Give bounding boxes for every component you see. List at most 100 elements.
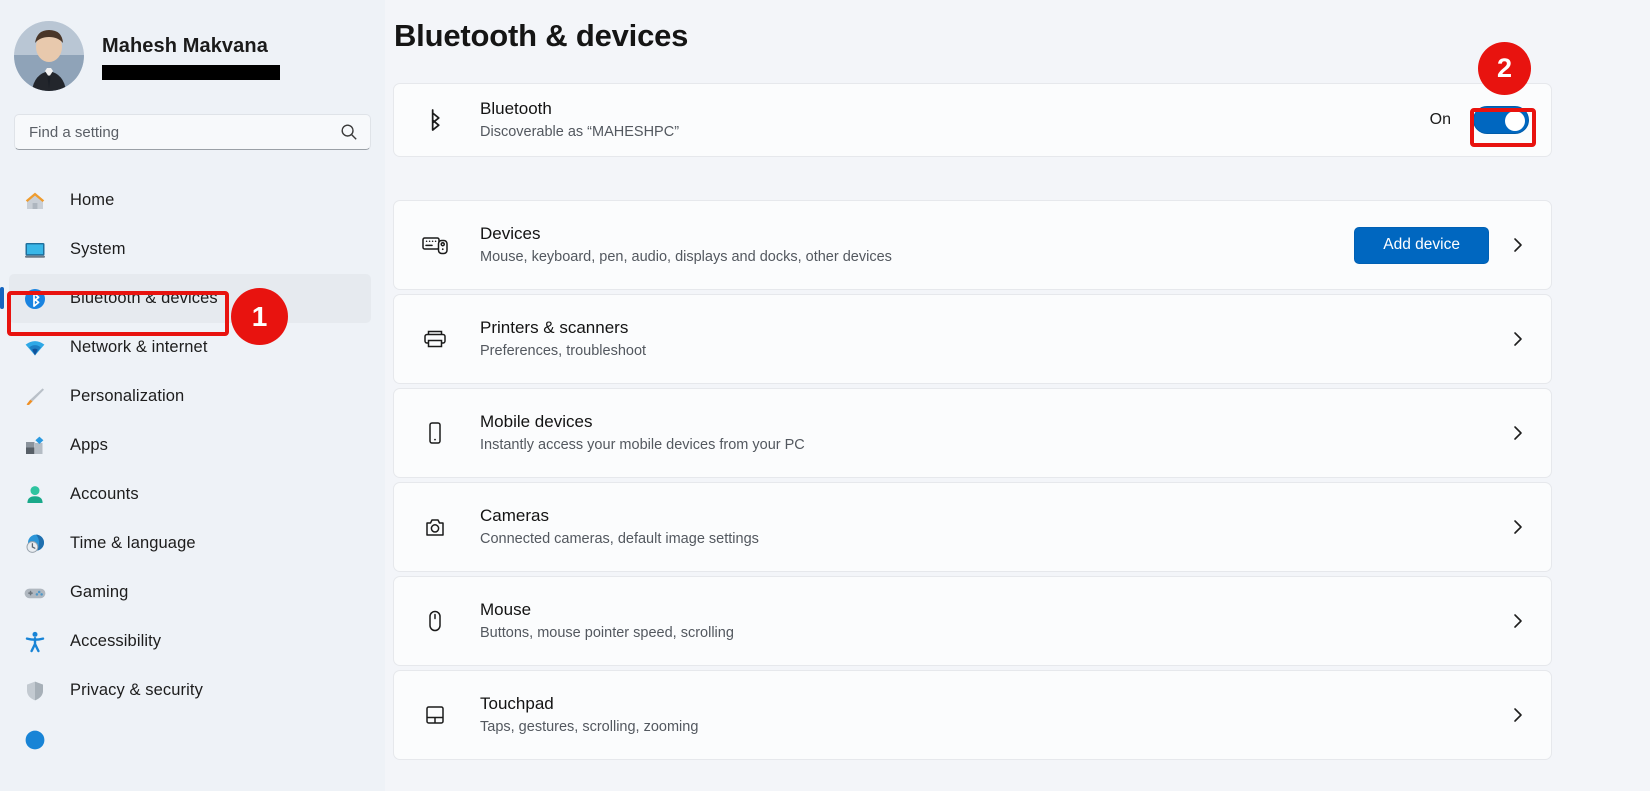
bluetooth-toggle-state-label: On xyxy=(1429,111,1451,128)
sidebar-item-label: Bluetooth & devices xyxy=(70,289,218,307)
page-title: Bluetooth & devices xyxy=(394,18,689,53)
row-touchpad-controls xyxy=(1507,704,1529,726)
home-icon xyxy=(22,188,48,214)
gaming-icon xyxy=(22,580,48,606)
sidebar-item-windows-update[interactable] xyxy=(9,715,371,764)
user-profile[interactable]: Mahesh Makvana xyxy=(0,12,385,94)
bluetooth-card-title: Bluetooth xyxy=(480,99,552,118)
row-title: Cameras xyxy=(480,506,549,525)
row-devices-controls: Add device xyxy=(1354,226,1529,264)
avatar xyxy=(14,21,84,91)
apps-icon xyxy=(22,433,48,459)
sidebar-item-bluetooth-devices[interactable]: Bluetooth & devices xyxy=(0,274,371,323)
chevron-right-icon[interactable] xyxy=(1507,328,1529,350)
add-device-button[interactable]: Add device xyxy=(1354,226,1489,264)
sidebar-item-accessibility[interactable]: Accessibility xyxy=(9,617,371,666)
devices-icon xyxy=(418,228,452,262)
bluetooth-card: Bluetooth Discoverable as “MAHESHPC” On xyxy=(393,83,1552,157)
row-printers-text: Printers & scanners Preferences, trouble… xyxy=(480,317,1507,361)
row-printers-scanners[interactable]: Printers & scanners Preferences, trouble… xyxy=(393,294,1552,384)
sidebar-item-privacy-security[interactable]: Privacy & security xyxy=(9,666,371,715)
settings-rows-group: Devices Mouse, keyboard, pen, audio, dis… xyxy=(393,200,1552,760)
sidebar-item-label: Personalization xyxy=(70,387,185,405)
row-devices[interactable]: Devices Mouse, keyboard, pen, audio, dis… xyxy=(393,200,1552,290)
printer-icon xyxy=(418,322,452,356)
sidebar-item-system[interactable]: System xyxy=(9,225,371,274)
mobile-icon xyxy=(418,416,452,450)
row-title: Mouse xyxy=(480,600,532,619)
sidebar-item-home[interactable]: Home xyxy=(9,176,371,225)
row-mobile-devices[interactable]: Mobile devices Instantly access your mob… xyxy=(393,388,1552,478)
bluetooth-card-controls: On xyxy=(1430,106,1529,134)
row-subtitle: Instantly access your mobile devices fro… xyxy=(480,437,805,453)
row-subtitle: Preferences, troubleshoot xyxy=(480,343,647,359)
camera-icon xyxy=(418,510,452,544)
row-mouse[interactable]: Mouse Buttons, mouse pointer speed, scro… xyxy=(393,576,1552,666)
windows-update-icon xyxy=(22,727,48,753)
sidebar-item-label: Home xyxy=(70,191,115,209)
search-input[interactable] xyxy=(29,123,340,141)
chevron-right-icon[interactable] xyxy=(1507,610,1529,632)
settings-window: Mahesh Makvana Ho xyxy=(0,0,1650,791)
row-mouse-controls xyxy=(1507,610,1529,632)
row-subtitle: Taps, gestures, scrolling, zooming xyxy=(480,719,699,735)
bluetooth-card-text: Bluetooth Discoverable as “MAHESHPC” xyxy=(480,98,1430,142)
row-mobile-text: Mobile devices Instantly access your mob… xyxy=(480,411,1507,455)
sidebar-item-label: Apps xyxy=(70,436,109,454)
sidebar-item-label: Accessibility xyxy=(70,632,162,650)
row-title: Touchpad xyxy=(480,694,554,713)
content-pane: Bluetooth & devices Bluetooth Discoverab… xyxy=(385,0,1650,791)
bluetooth-toggle[interactable] xyxy=(1473,106,1529,134)
time-language-icon xyxy=(22,531,48,557)
row-subtitle: Mouse, keyboard, pen, audio, displays an… xyxy=(480,249,892,265)
row-subtitle: Connected cameras, default image setting… xyxy=(480,531,759,547)
sidebar-item-label: Gaming xyxy=(70,583,129,601)
mouse-icon xyxy=(418,604,452,638)
chevron-right-icon[interactable] xyxy=(1507,422,1529,444)
sidebar-item-network-internet[interactable]: Network & internet xyxy=(9,323,371,372)
row-cameras[interactable]: Cameras Connected cameras, default image… xyxy=(393,482,1552,572)
sidebar-item-label: Privacy & security xyxy=(70,681,203,699)
accessibility-icon xyxy=(22,629,48,655)
personalization-icon xyxy=(22,384,48,410)
row-title: Devices xyxy=(480,224,541,243)
row-touchpad-text: Touchpad Taps, gestures, scrolling, zoom… xyxy=(480,693,1507,737)
privacy-security-icon xyxy=(22,678,48,704)
row-cameras-text: Cameras Connected cameras, default image… xyxy=(480,505,1507,549)
chevron-right-icon[interactable] xyxy=(1507,704,1529,726)
bluetooth-icon xyxy=(22,286,48,312)
chevron-right-icon[interactable] xyxy=(1507,516,1529,538)
profile-email-redacted xyxy=(102,65,280,80)
sidebar-item-label: System xyxy=(70,240,126,258)
sidebar-item-gaming[interactable]: Gaming xyxy=(9,568,371,617)
sidebar: Mahesh Makvana Ho xyxy=(0,0,385,791)
row-devices-text: Devices Mouse, keyboard, pen, audio, dis… xyxy=(480,223,1354,267)
row-mouse-text: Mouse Buttons, mouse pointer speed, scro… xyxy=(480,599,1507,643)
row-title: Printers & scanners xyxy=(480,318,629,337)
row-cameras-controls xyxy=(1507,516,1529,538)
chevron-right-icon[interactable] xyxy=(1507,234,1529,256)
search-icon xyxy=(340,123,358,141)
sidebar-item-accounts[interactable]: Accounts xyxy=(9,470,371,519)
row-mobile-controls xyxy=(1507,422,1529,444)
row-title: Mobile devices xyxy=(480,412,593,431)
bluetooth-icon xyxy=(418,103,452,137)
sidebar-item-label: Network & internet xyxy=(70,338,208,356)
row-touchpad[interactable]: Touchpad Taps, gestures, scrolling, zoom… xyxy=(393,670,1552,760)
toggle-knob xyxy=(1505,111,1525,131)
row-subtitle: Buttons, mouse pointer speed, scrolling xyxy=(480,625,734,641)
touchpad-icon xyxy=(418,698,452,732)
sidebar-item-personalization[interactable]: Personalization xyxy=(9,372,371,421)
system-icon xyxy=(22,237,48,263)
profile-name: Mahesh Makvana xyxy=(102,35,268,57)
sidebar-item-label: Accounts xyxy=(70,485,139,503)
bluetooth-card-subtitle: Discoverable as “MAHESHPC” xyxy=(480,124,680,140)
sidebar-nav: Home System Bluetooth & devices Network … xyxy=(0,176,385,764)
search-box[interactable] xyxy=(14,114,371,150)
row-printers-controls xyxy=(1507,328,1529,350)
sidebar-item-label: Time & language xyxy=(70,534,196,552)
accounts-icon xyxy=(22,482,48,508)
network-icon xyxy=(22,335,48,361)
sidebar-item-time-language[interactable]: Time & language xyxy=(9,519,371,568)
sidebar-item-apps[interactable]: Apps xyxy=(9,421,371,470)
